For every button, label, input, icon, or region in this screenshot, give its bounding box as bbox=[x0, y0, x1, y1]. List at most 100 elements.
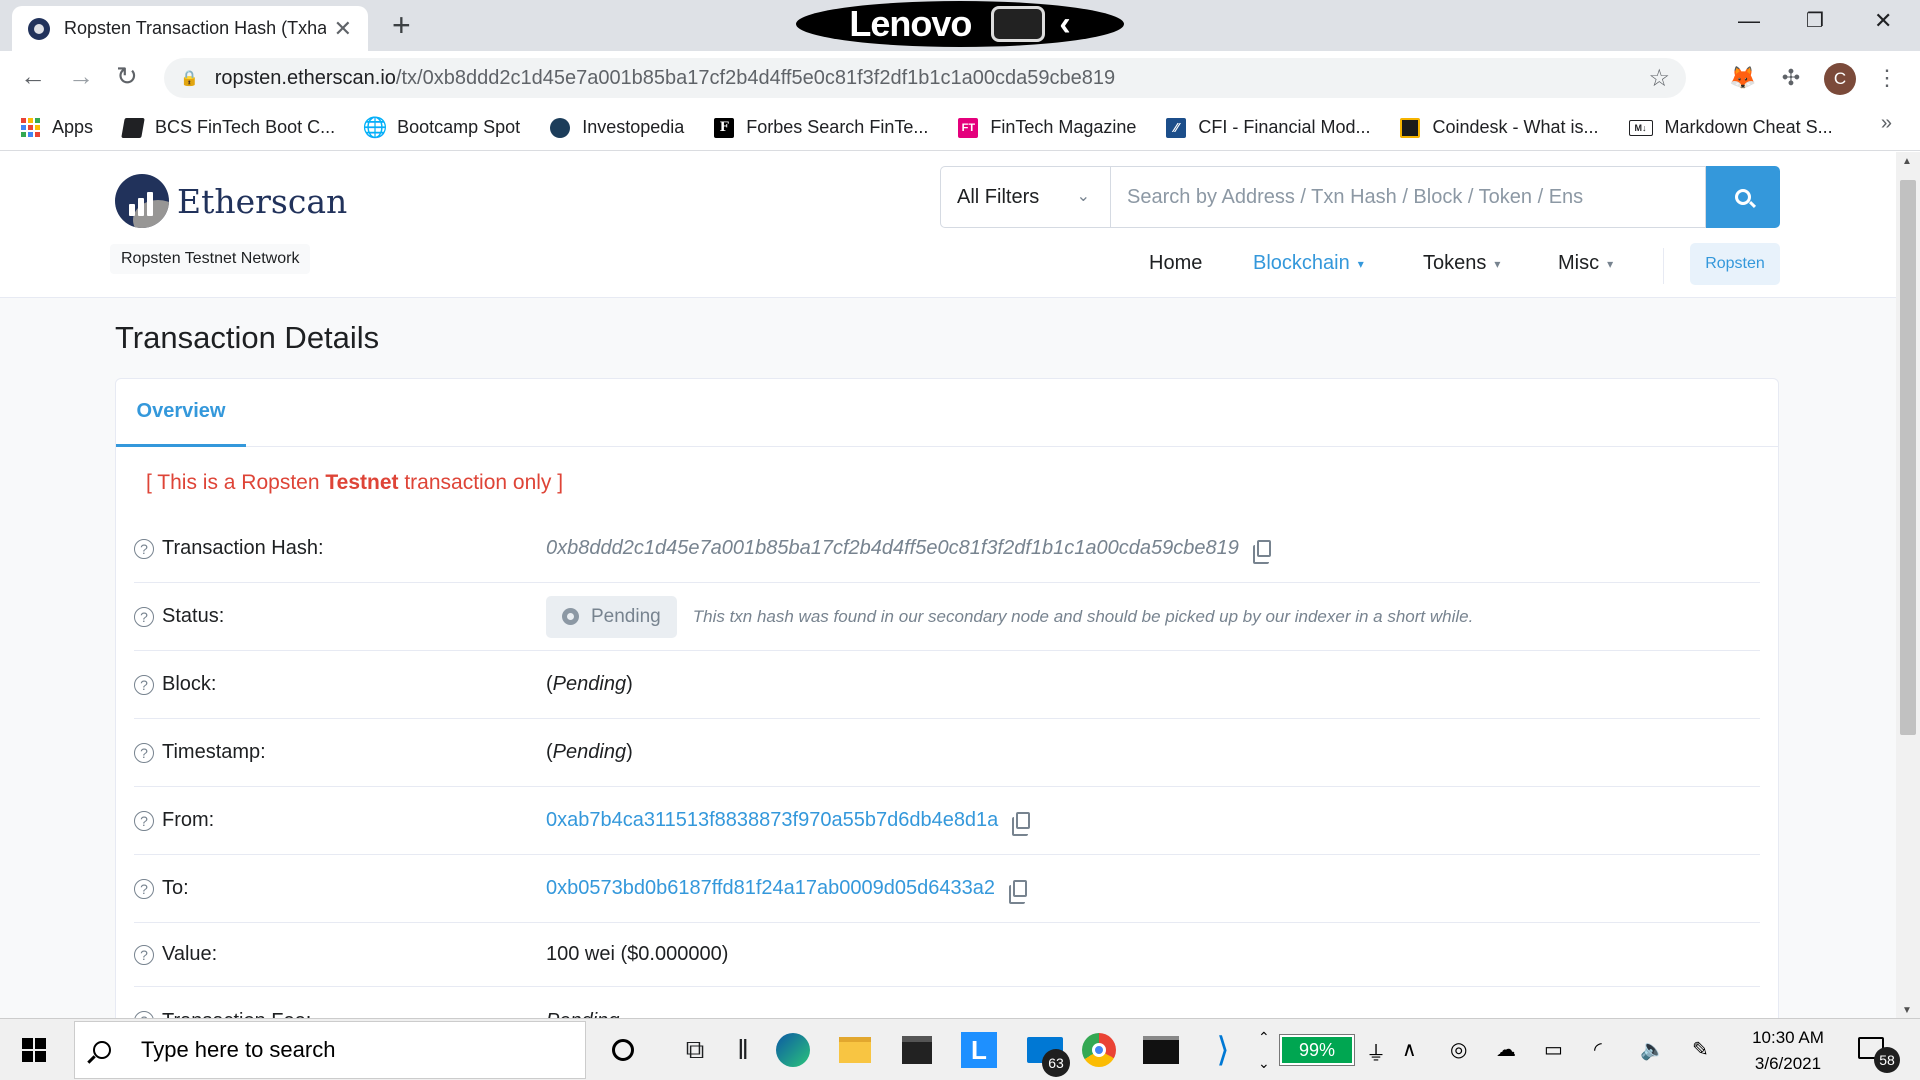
bookmark-fintech-magazine[interactable]: FT FinTech Magazine bbox=[958, 117, 1136, 138]
taskbar-clock[interactable]: 10:30 AM 3/6/2021 bbox=[1740, 1025, 1836, 1077]
terminal-icon[interactable] bbox=[1142, 1031, 1180, 1069]
bookmarks-overflow-icon[interactable]: » bbox=[1881, 112, 1892, 135]
back-arrow-icon[interactable]: ← bbox=[20, 61, 46, 92]
help-icon[interactable]: ? bbox=[134, 606, 154, 627]
nav-home[interactable]: Home bbox=[1149, 252, 1202, 275]
bookmark-star-icon[interactable]: ☆ bbox=[1648, 64, 1670, 93]
nav-misc[interactable]: Misc ▾ bbox=[1558, 252, 1613, 275]
status-text: Pending bbox=[591, 605, 661, 627]
profile-avatar[interactable]: C bbox=[1824, 63, 1856, 95]
battery-icon[interactable]: ▭ bbox=[1544, 1037, 1563, 1062]
url-text[interactable]: ropsten.etherscan.io/tx/0xb8ddd2c1d45e7a… bbox=[215, 67, 1649, 90]
browser-tab[interactable]: Ropsten Transaction Hash (Txhash) ✕ bbox=[12, 6, 368, 51]
to-address-link[interactable]: 0xb0573bd0b6187ffd81f24a17ab0009d05d6433… bbox=[546, 877, 995, 900]
camera-icon[interactable]: ◎ bbox=[1450, 1037, 1467, 1062]
reload-icon[interactable]: ↻ bbox=[116, 61, 138, 92]
bookmark-label: CFI - Financial Mod... bbox=[1198, 117, 1371, 137]
timestamp-value: Pending bbox=[552, 741, 627, 763]
help-icon[interactable]: ? bbox=[134, 674, 154, 695]
task-view-icon[interactable]: ⧉ bbox=[676, 1031, 714, 1069]
search-filter-select[interactable]: All Filters ⌄ bbox=[940, 166, 1110, 228]
bookmark-bootcamp-spot[interactable]: 🌐 Bootcamp Spot bbox=[362, 117, 521, 139]
row-transaction-hash: ? Transaction Hash: 0xb8ddd2c1d45e7a001b… bbox=[134, 515, 1760, 583]
search-placeholder: Search by Address / Txn Hash / Block / T… bbox=[1127, 185, 1584, 208]
volume-icon[interactable]: 🔈 bbox=[1640, 1037, 1665, 1062]
taskbar-search-input[interactable]: Type here to search bbox=[74, 1021, 586, 1079]
help-icon[interactable]: ? bbox=[134, 1011, 154, 1018]
store-icon[interactable] bbox=[898, 1031, 936, 1069]
cortana-icon[interactable] bbox=[604, 1031, 642, 1069]
row-transaction-fee: ? Transaction Fee: Pending bbox=[134, 987, 1760, 1018]
row-block: ? Block: (Pending) bbox=[134, 651, 1760, 719]
onedrive-cloud-icon[interactable]: ☁ bbox=[1496, 1037, 1516, 1062]
scroll-up-icon[interactable]: ▲ bbox=[1902, 156, 1912, 167]
page-scrollbar[interactable]: ▲ ▼ bbox=[1896, 152, 1920, 1018]
mail-icon[interactable]: 63 bbox=[1022, 1031, 1070, 1077]
search-input[interactable]: Search by Address / Txn Hash / Block / T… bbox=[1110, 166, 1706, 228]
help-icon[interactable]: ? bbox=[134, 944, 154, 965]
block-value: Pending bbox=[552, 673, 627, 695]
edge-icon[interactable] bbox=[774, 1031, 812, 1069]
bookmark-markdown[interactable]: M↓ Markdown Cheat S... bbox=[1628, 117, 1833, 138]
etherscan-page: Etherscan Ropsten Testnet Network All Fi… bbox=[0, 152, 1896, 1018]
help-icon[interactable]: ? bbox=[134, 878, 154, 899]
metamask-fox-icon[interactable]: 🦊 bbox=[1728, 63, 1758, 93]
fintech-magazine-icon: FT bbox=[958, 117, 979, 138]
globe-icon: 🌐 bbox=[362, 117, 388, 139]
bookmark-bcs[interactable]: BCS FinTech Boot C... bbox=[121, 117, 335, 138]
bookmark-label: Bootcamp Spot bbox=[397, 117, 521, 137]
vscode-icon[interactable]: ⟩ bbox=[1204, 1031, 1242, 1069]
new-tab-icon[interactable]: + bbox=[392, 8, 411, 42]
from-address-link[interactable]: 0xab7b4ca311513f8838873f970a55b7d6db4e8d… bbox=[546, 809, 998, 832]
browser-menu-icon[interactable]: ⋮ bbox=[1872, 63, 1902, 93]
help-icon[interactable]: ? bbox=[134, 538, 154, 559]
etherscan-logo[interactable]: Etherscan bbox=[115, 174, 347, 228]
lenovo-overlay: Lenovo ‹ bbox=[796, 1, 1124, 47]
bookmark-apps[interactable]: Apps bbox=[20, 117, 93, 138]
copy-icon[interactable] bbox=[1012, 812, 1031, 836]
chrome-icon[interactable] bbox=[1080, 1031, 1118, 1069]
help-icon[interactable]: ? bbox=[134, 742, 154, 763]
nav-blockchain[interactable]: Blockchain ▾ bbox=[1253, 252, 1364, 275]
bookmark-coindesk[interactable]: Coindesk - What is... bbox=[1400, 117, 1599, 138]
row-value: (Pending) bbox=[546, 673, 633, 695]
bookmarks-bar: Apps BCS FinTech Boot C... 🌐 Bootcamp Sp… bbox=[0, 105, 1920, 151]
bookmark-investopedia[interactable]: Investopedia bbox=[550, 117, 684, 138]
row-label: From: bbox=[162, 809, 215, 831]
bookmark-forbes[interactable]: F Forbes Search FinTe... bbox=[714, 117, 928, 138]
row-value: Pending This txn hash was found in our s… bbox=[546, 595, 1473, 638]
help-icon[interactable]: ? bbox=[134, 810, 154, 831]
restore-icon[interactable]: ❐ bbox=[1806, 8, 1824, 33]
show-hidden-icons[interactable]: ∧ bbox=[1402, 1037, 1417, 1062]
windows-start-icon[interactable] bbox=[22, 1038, 46, 1062]
scroll-down-icon[interactable]: ▼ bbox=[1902, 1005, 1912, 1016]
usb-icon[interactable]: ⏚ bbox=[1366, 1037, 1386, 1066]
battery-indicator[interactable]: 99% bbox=[1279, 1034, 1355, 1066]
lenovo-vantage-icon[interactable]: L bbox=[960, 1031, 998, 1069]
tray-down-arrow-icon[interactable]: ⌄ bbox=[1258, 1055, 1270, 1072]
scrollbar-thumb[interactable] bbox=[1900, 180, 1916, 735]
url-host: ropsten.etherscan.io bbox=[214, 66, 396, 89]
minimize-icon[interactable]: — bbox=[1738, 8, 1760, 34]
tray-up-arrow-icon[interactable]: ⌃ bbox=[1258, 1029, 1270, 1046]
pen-icon[interactable]: ✎ bbox=[1692, 1037, 1709, 1062]
chevron-left-icon: ‹ bbox=[1059, 4, 1071, 43]
bookmark-cfi[interactable]: ⁄⁄ CFI - Financial Mod... bbox=[1166, 117, 1370, 138]
search-button[interactable] bbox=[1706, 166, 1780, 228]
extensions-puzzle-icon[interactable]: ✣ bbox=[1776, 63, 1806, 93]
network-switch-button[interactable]: Ropsten bbox=[1690, 243, 1780, 285]
network-label: Ropsten Testnet Network bbox=[110, 244, 311, 274]
tab-overview[interactable]: Overview bbox=[116, 379, 246, 447]
copy-icon[interactable] bbox=[1008, 880, 1027, 904]
file-explorer-icon[interactable] bbox=[836, 1031, 874, 1069]
nav-tokens[interactable]: Tokens ▾ bbox=[1423, 252, 1500, 275]
copy-icon[interactable] bbox=[1252, 540, 1271, 564]
notifications-icon[interactable]: 58 bbox=[1858, 1033, 1900, 1073]
coindesk-icon bbox=[1400, 117, 1421, 138]
close-window-icon[interactable]: ✕ bbox=[1874, 8, 1892, 34]
pending-dot-icon bbox=[562, 608, 579, 625]
tab-close-icon[interactable]: ✕ bbox=[334, 16, 352, 42]
address-bar[interactable]: 🔒 ropsten.etherscan.io/tx/0xb8ddd2c1d45e… bbox=[164, 58, 1686, 98]
wifi-icon[interactable]: ◜ bbox=[1594, 1037, 1602, 1062]
forward-arrow-icon[interactable]: → bbox=[68, 61, 94, 92]
